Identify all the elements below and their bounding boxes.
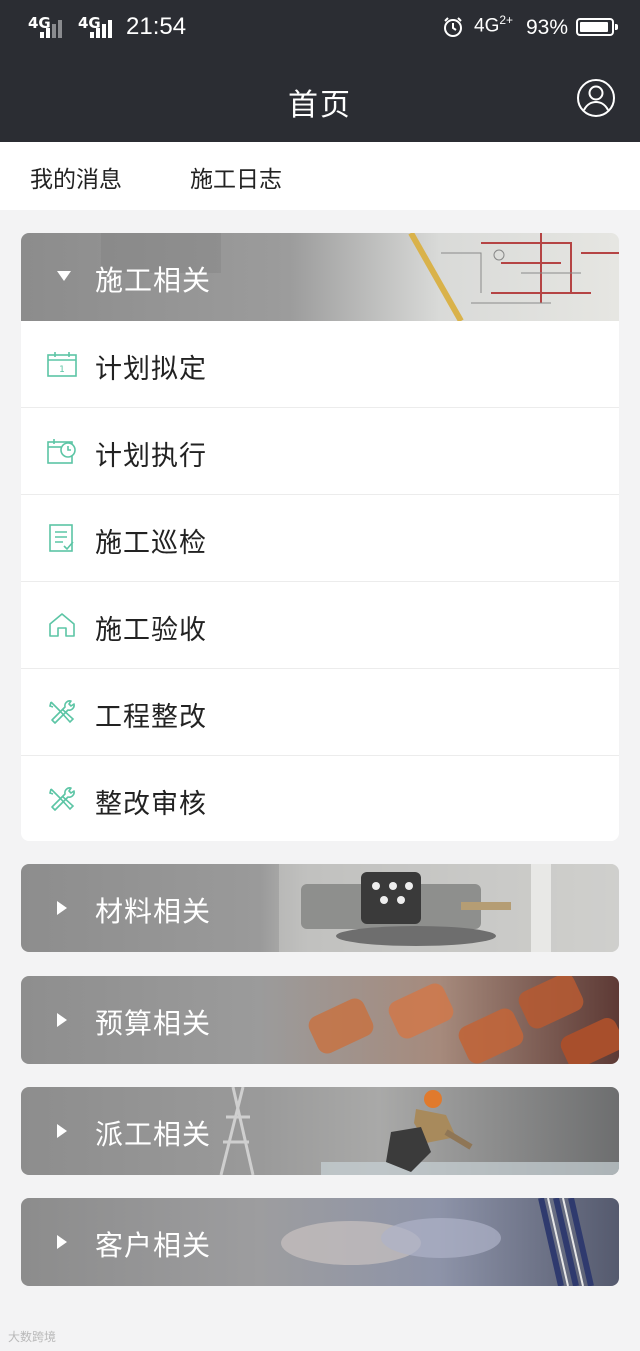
svg-text:1: 1 xyxy=(59,365,65,375)
section-dispatch[interactable]: 派工相关 xyxy=(21,1087,619,1175)
section-title: 施工相关 xyxy=(95,264,212,297)
expand-triangle-icon xyxy=(57,1235,67,1249)
collapse-triangle-icon xyxy=(57,271,71,281)
house-icon xyxy=(49,613,75,637)
section-title: 预算相关 xyxy=(95,1007,212,1040)
section-header-materials[interactable]: 材料相关 xyxy=(21,864,619,952)
network-type: 4G2+ xyxy=(474,13,514,37)
checklist-icon xyxy=(49,524,74,552)
user-profile-icon[interactable] xyxy=(576,78,616,118)
calendar-icon: 1 xyxy=(47,352,77,377)
section-items: 1 计划拟定 计划执行 施工巡检 施工验收 工程整改 整改审核 xyxy=(21,321,619,841)
app-header: 4G 4G 21:54 4G2+ 93% 首页 xyxy=(0,0,640,142)
list-item-rectification-review[interactable]: 整改审核 xyxy=(21,756,619,841)
battery-percent: 93% xyxy=(526,16,569,39)
section-title: 客户相关 xyxy=(95,1229,212,1262)
alarm-icon xyxy=(444,17,462,37)
section-materials[interactable]: 材料相关 xyxy=(21,864,619,952)
expand-triangle-icon xyxy=(57,1124,67,1138)
tools-icon xyxy=(49,787,75,811)
top-tabs: 我的消息 施工日志 xyxy=(0,142,640,210)
item-label: 工程整改 xyxy=(95,702,207,733)
tab-construction-log[interactable]: 施工日志 xyxy=(190,160,282,194)
tab-my-messages[interactable]: 我的消息 xyxy=(30,160,122,194)
page-title: 首页 xyxy=(288,88,352,123)
section-header-dispatch[interactable]: 派工相关 xyxy=(21,1087,619,1175)
clock: 21:54 xyxy=(126,13,187,40)
list-item-acceptance[interactable]: 施工验收 xyxy=(21,582,619,669)
sim1-signal-icon xyxy=(40,18,66,38)
section-title: 材料相关 xyxy=(95,895,212,928)
section-header-customers[interactable]: 客户相关 xyxy=(21,1198,619,1286)
section-construction: 施工相关 1 计划拟定 计划执行 施工巡检 施工验收 工程整改 整改审核 xyxy=(21,233,619,841)
section-budget[interactable]: 预算相关 xyxy=(21,976,619,1064)
section-customers[interactable]: 客户相关 xyxy=(21,1198,619,1286)
list-item-inspection[interactable]: 施工巡检 xyxy=(21,495,619,582)
expand-triangle-icon xyxy=(57,901,67,915)
section-header-construction[interactable]: 施工相关 xyxy=(21,233,619,321)
item-label: 施工验收 xyxy=(95,615,207,646)
item-label: 整改审核 xyxy=(95,789,207,820)
status-bar: 4G 4G 21:54 4G2+ 93% xyxy=(0,0,640,56)
list-item-rectification[interactable]: 工程整改 xyxy=(21,669,619,756)
item-label: 计划拟定 xyxy=(95,354,207,385)
sim2-signal-icon xyxy=(90,18,116,38)
list-item-plan-execute[interactable]: 计划执行 xyxy=(21,408,619,495)
expand-triangle-icon xyxy=(57,1013,67,1027)
section-header-budget[interactable]: 预算相关 xyxy=(21,976,619,1064)
battery-icon xyxy=(576,18,618,36)
tools-icon xyxy=(49,700,75,724)
list-item-plan-create[interactable]: 1 计划拟定 xyxy=(21,321,619,408)
section-title: 派工相关 xyxy=(95,1118,212,1151)
item-label: 计划执行 xyxy=(95,441,207,472)
item-label: 施工巡检 xyxy=(95,528,207,559)
calendar-clock-icon xyxy=(47,439,76,464)
watermark: 大数跨境 xyxy=(8,1330,57,1344)
